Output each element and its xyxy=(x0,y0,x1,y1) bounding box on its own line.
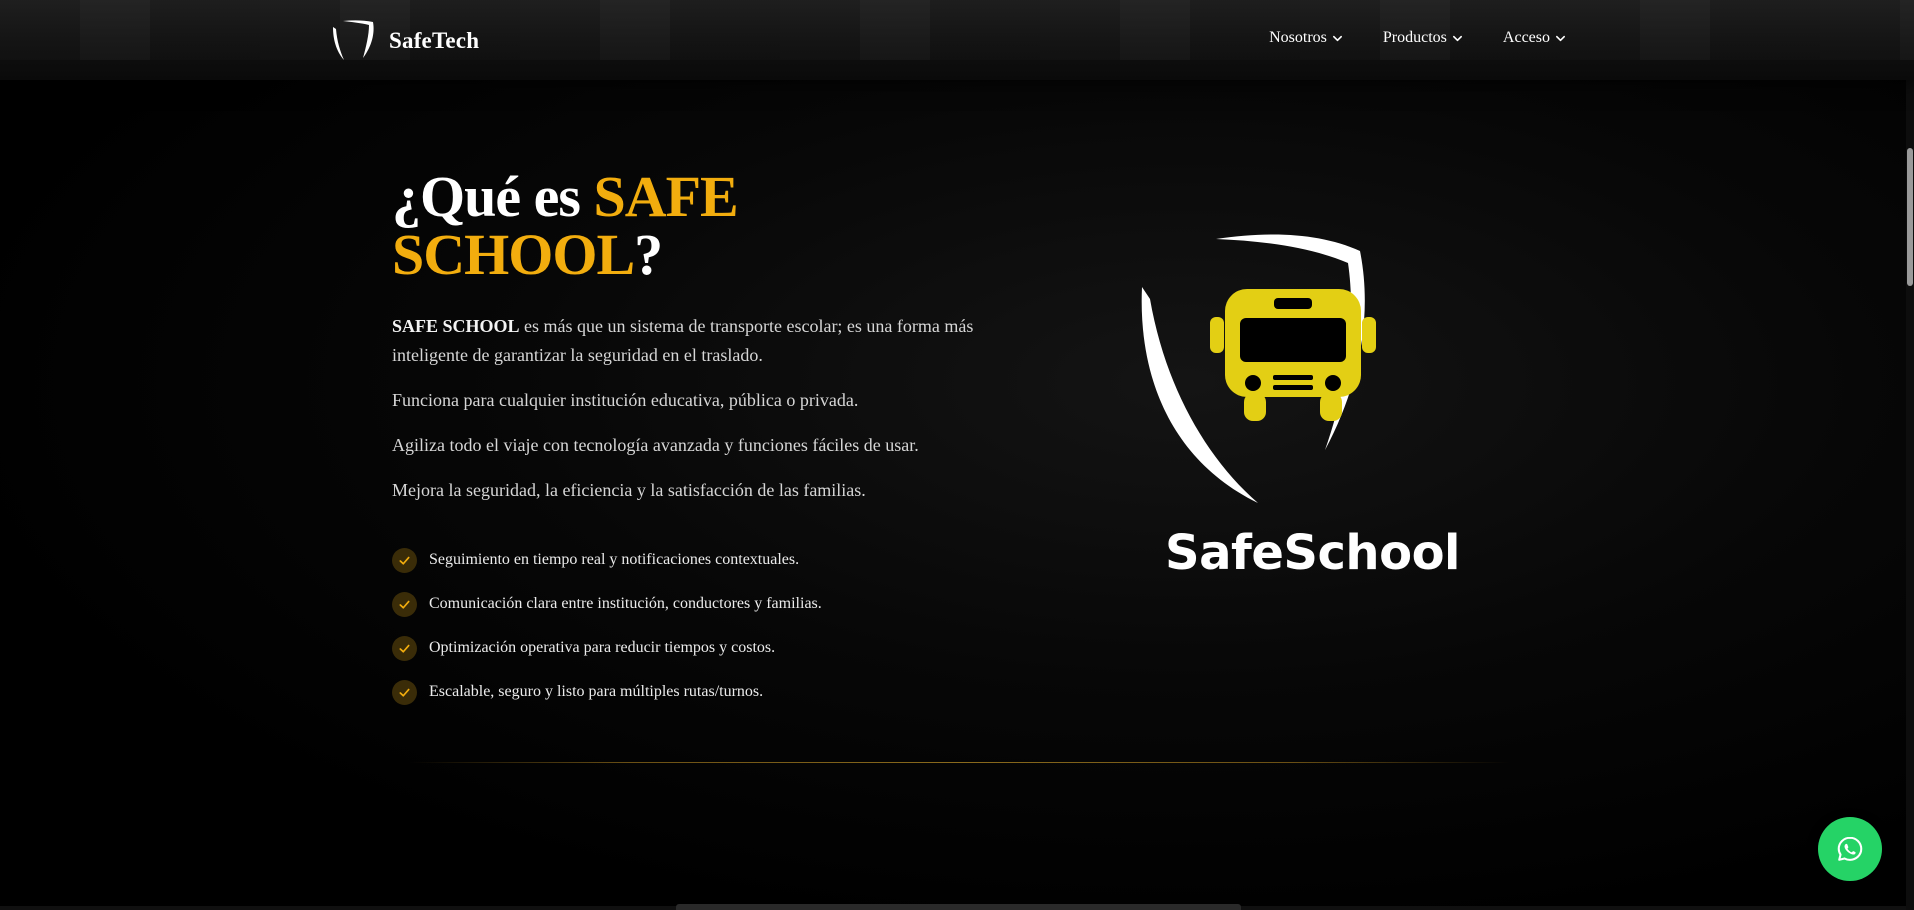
brand[interactable]: SafeTech xyxy=(331,19,479,63)
description-paragraph: Agiliza todo el viaje con tecnología ava… xyxy=(392,435,919,455)
scrollbar[interactable] xyxy=(1906,0,1914,910)
section-divider xyxy=(410,762,1510,763)
feature-item: Escalable, seguro y listo para múltiples… xyxy=(392,670,822,714)
check-icon xyxy=(392,591,417,617)
chevron-down-icon xyxy=(1332,35,1342,41)
nav-item-nosotros[interactable]: Nosotros xyxy=(1269,29,1343,47)
intro-strong: SAFE SCHOOL xyxy=(392,316,520,336)
page: SafeTech Nosotros Productos Acceso ¿Qué … xyxy=(0,0,1914,910)
check-icon xyxy=(392,635,417,661)
product-logo-text: SafeSchool xyxy=(1165,525,1461,581)
hero-description: SAFE SCHOOL es más que un sistema de tra… xyxy=(392,312,1012,521)
hero-title: ¿Qué es SAFE SCHOOL? xyxy=(392,168,912,284)
check-icon xyxy=(392,679,417,705)
feature-text: Optimización operativa para reducir tiem… xyxy=(429,639,776,656)
whatsapp-button[interactable] xyxy=(1818,817,1882,881)
nav-item-acceso[interactable]: Acceso xyxy=(1503,29,1566,47)
description-paragraph: Mejora la seguridad, la eficiencia y la … xyxy=(392,480,866,500)
feature-list: Seguimiento en tiempo real y notificacio… xyxy=(392,538,822,714)
nav-item-label: Acceso xyxy=(1502,29,1550,46)
chevron-down-icon xyxy=(1452,35,1462,41)
feature-item: Optimización operativa para reducir tiem… xyxy=(392,626,822,670)
description-paragraph: Funciona para cualquier institución educ… xyxy=(392,390,859,410)
intro-paragraph: SAFE SCHOOL es más que un sistema de tra… xyxy=(392,312,1012,370)
whatsapp-icon xyxy=(1837,836,1863,861)
next-section-card-edge xyxy=(676,904,1241,910)
scrollbar-thumb[interactable] xyxy=(1907,148,1913,286)
site-header: SafeTech Nosotros Productos Acceso xyxy=(0,0,1914,80)
feature-text: Comunicación clara entre institución, co… xyxy=(429,595,822,612)
chevron-down-icon xyxy=(1556,35,1565,41)
feature-item: Seguimiento en tiempo real y notificacio… xyxy=(392,538,822,582)
hero-title-prefix: ¿Qué es xyxy=(392,164,594,229)
main-nav: Nosotros Productos Acceso xyxy=(1269,29,1566,47)
nav-item-label: Productos xyxy=(1382,29,1447,46)
hero-title-suffix: ? xyxy=(634,222,663,287)
nav-item-productos[interactable]: Productos xyxy=(1383,29,1463,47)
feature-text: Escalable, seguro y listo para múltiples… xyxy=(429,683,764,700)
nav-item-label: Nosotros xyxy=(1269,29,1327,46)
feature-item: Comunicación clara entre institución, co… xyxy=(392,582,822,626)
brand-name: SafeTech xyxy=(389,28,480,53)
feature-text: Seguimiento en tiempo real y notificacio… xyxy=(429,551,800,568)
shield-logo-icon xyxy=(333,20,374,60)
check-icon xyxy=(392,547,417,573)
